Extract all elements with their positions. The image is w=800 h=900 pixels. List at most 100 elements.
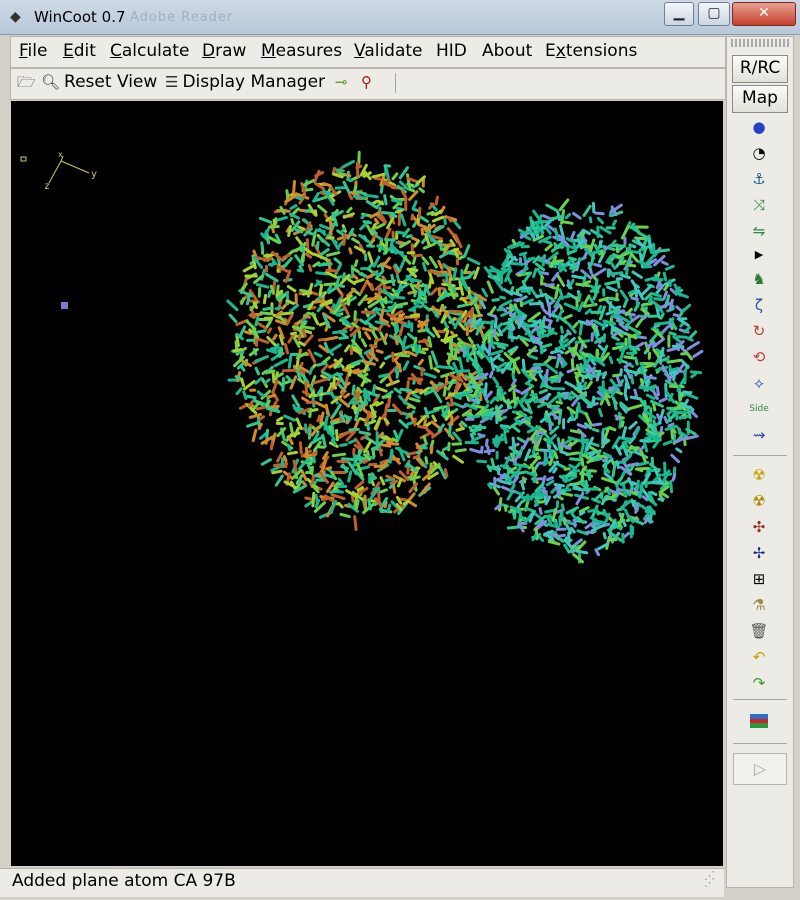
main-toolbar: 🗁 🔍︎ Reset View ☰ Display Manager ⊸ ⚲ [10, 68, 726, 100]
go-to-atom-icon[interactable]: ⊸ [335, 72, 352, 92]
bond [418, 304, 425, 309]
maximize-button[interactable]: ▢ [698, 2, 730, 26]
bond [651, 292, 662, 298]
bond [398, 320, 408, 326]
undo-icon[interactable]: ↶ [749, 647, 769, 667]
side-180-icon[interactable]: Side [749, 399, 769, 419]
menu-hid[interactable]: HID [436, 41, 467, 61]
regularize-zone-icon[interactable]: ◔ [749, 143, 769, 163]
bond [394, 209, 403, 214]
bond [452, 454, 464, 464]
delete-icon[interactable]: 🗑︎ [749, 621, 769, 641]
side-chain-icon[interactable]: ♞ [749, 269, 769, 289]
bond [335, 429, 339, 442]
bond [484, 438, 489, 447]
rrc-button[interactable]: R/RC [732, 55, 788, 83]
menu-file[interactable]: File [19, 41, 47, 61]
clear-pending-icon[interactable]: ⚗ [749, 595, 769, 615]
add-atom-icon[interactable]: ☢ [749, 465, 769, 485]
bond [400, 213, 407, 227]
go-to-ligand-icon[interactable]: ⚲ [361, 72, 376, 92]
bond [562, 220, 574, 225]
bond [482, 344, 490, 354]
flip-peptide-icon[interactable]: ⇋ [749, 221, 769, 241]
bond [342, 159, 355, 168]
bond [265, 272, 279, 283]
refine-sphere-icon[interactable]: ● [749, 117, 769, 137]
bond [566, 406, 577, 415]
resize-grip[interactable]: ⋰ ⋰ [704, 870, 724, 894]
menu-calculate[interactable]: Calculate [110, 41, 189, 61]
bond [565, 523, 573, 535]
bond [570, 230, 576, 240]
bond [586, 471, 592, 481]
flag-icon[interactable] [749, 713, 769, 733]
place-atom-icon[interactable]: ⊞ [749, 569, 769, 589]
edit-chi-icon[interactable]: ζ [749, 295, 769, 315]
bond [517, 522, 525, 533]
bond [267, 290, 272, 298]
bond [454, 369, 471, 374]
bond [352, 274, 359, 280]
bond [638, 242, 646, 248]
bond [524, 381, 535, 388]
bond [424, 327, 436, 338]
bond [396, 301, 409, 307]
bond [554, 245, 564, 249]
bond [452, 431, 462, 443]
graphics-viewport[interactable]: y z x [11, 101, 723, 866]
arrow-right-icon[interactable]: ▶ [749, 245, 769, 265]
rigid-fit-icon[interactable]: ⚓ [749, 169, 769, 189]
bond [544, 368, 549, 384]
map-button[interactable]: Map [732, 85, 788, 113]
bond [393, 429, 399, 440]
minimize-button[interactable]: ▁ [664, 2, 694, 26]
panel-handle[interactable] [731, 39, 789, 47]
add-terminal-icon[interactable]: ✣ [749, 517, 769, 537]
ca-zone-icon[interactable]: ⇝ [749, 425, 769, 445]
close-button[interactable]: ✕ [732, 2, 796, 26]
menu-measures[interactable]: Measures [261, 41, 342, 61]
bond [314, 493, 319, 505]
bond [363, 193, 379, 199]
bond [516, 436, 527, 444]
redo-icon[interactable]: ↷ [749, 673, 769, 693]
menu-draw[interactable]: Draw [202, 41, 246, 61]
bond [492, 328, 497, 338]
bond [572, 322, 579, 329]
bond [384, 477, 396, 482]
play-button[interactable]: ▷ [733, 753, 787, 785]
bond [301, 396, 310, 403]
backbone-icon[interactable]: ⟡ [749, 373, 769, 393]
bond [639, 252, 645, 269]
menu-edit[interactable]: Edit [63, 41, 96, 61]
menu-validate[interactable]: Validate [354, 41, 423, 61]
rotamer-icon[interactable]: ⤨ [749, 195, 769, 215]
bond [479, 299, 486, 310]
bond [338, 335, 349, 340]
torsion-icon[interactable]: ↻ [749, 321, 769, 341]
bond [356, 386, 363, 394]
bond [413, 239, 420, 248]
open-folder-icon[interactable]: 🗁 [17, 72, 40, 97]
bond [559, 325, 564, 334]
menu-about[interactable]: About [482, 41, 532, 61]
reverse-direction-icon[interactable]: ⟲ [749, 347, 769, 367]
bond [521, 476, 527, 484]
bond [312, 377, 328, 385]
radioactive-icon[interactable]: ☢ [749, 491, 769, 511]
bond [366, 313, 377, 322]
menu-extensions[interactable]: Extensions [545, 41, 637, 61]
reset-view-button[interactable]: 🔍︎ Reset View [41, 72, 157, 92]
molecule-model [226, 150, 704, 564]
background-window-title: Adobe Reader [130, 10, 234, 25]
display-manager-button[interactable]: ☰ Display Manager [165, 72, 325, 92]
bond [339, 227, 346, 235]
bond [686, 407, 692, 420]
bond [519, 498, 527, 505]
bond [527, 354, 539, 360]
molecule-canvas[interactable]: y z x [11, 101, 723, 866]
delete-atom-icon[interactable]: ✢ [749, 543, 769, 563]
bond [286, 285, 297, 293]
bond [287, 450, 298, 456]
